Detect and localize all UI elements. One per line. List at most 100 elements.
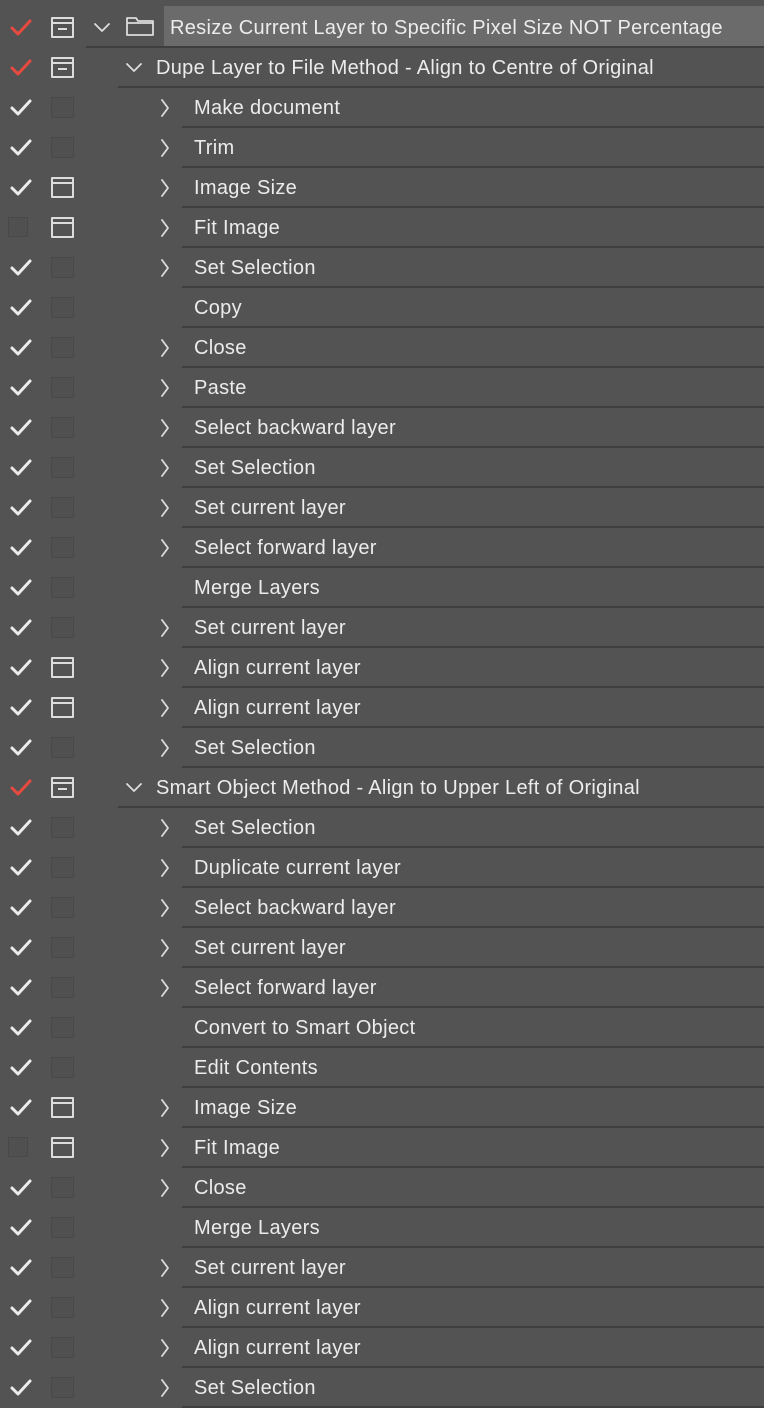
action-step-row[interactable]: Select backward layer [0,408,764,448]
dialog-toggle-cell[interactable] [41,568,85,608]
action-set-row[interactable]: Resize Current Layer to Specific Pixel S… [0,0,764,48]
dialog-toggle-icon[interactable] [51,617,74,638]
check-icon[interactable] [10,177,32,199]
dialog-toggle-icon[interactable] [51,1377,74,1398]
check-icon[interactable] [10,257,32,279]
check-icon[interactable] [10,1177,32,1199]
dialog-toggle-cell[interactable] [41,1168,85,1208]
dialog-toggle-icon[interactable] [51,1097,74,1118]
action-step-row[interactable]: Set Selection [0,728,764,768]
chevron-right-icon[interactable] [156,1088,176,1128]
check-icon[interactable] [10,497,32,519]
chevron-right-icon[interactable] [156,488,176,528]
dialog-toggle-cell[interactable] [41,688,85,728]
dialog-toggle-icon[interactable] [51,897,74,918]
toggle-item-cell[interactable] [0,648,40,688]
chevron-right-icon[interactable] [156,528,176,568]
action-step-row[interactable]: Make document [0,88,764,128]
check-icon[interactable] [10,1377,32,1399]
action-step-row[interactable]: Align current layer [0,648,764,688]
dialog-toggle-cell[interactable] [41,248,85,288]
chevron-right-icon[interactable] [156,448,176,488]
chevron-right-icon[interactable] [156,1248,176,1288]
chevron-down-icon[interactable] [124,768,144,808]
check-icon[interactable] [10,1217,32,1239]
check-icon[interactable] [10,1257,32,1279]
toggle-item-cell[interactable] [0,568,40,608]
action-step-row[interactable]: Copy [0,288,764,328]
check-icon[interactable] [10,977,32,999]
check-icon[interactable] [10,897,32,919]
toggle-item-cell[interactable] [0,288,40,328]
check-icon[interactable] [10,537,32,559]
dialog-toggle-cell[interactable] [41,1008,85,1048]
dialog-toggle-cell[interactable] [41,1328,85,1368]
chevron-right-icon[interactable] [156,408,176,448]
toggle-item-cell[interactable] [0,128,40,168]
dialog-toggle-cell[interactable] [41,8,85,48]
check-icon[interactable] [10,17,32,39]
dialog-toggle-cell[interactable] [41,968,85,1008]
dialog-toggle-icon[interactable] [51,57,74,78]
check-icon[interactable] [10,697,32,719]
action-row[interactable]: Dupe Layer to File Method - Align to Cen… [0,48,764,88]
chevron-right-icon[interactable] [156,168,176,208]
action-step-row[interactable]: Set current layer [0,488,764,528]
action-step-row[interactable]: Merge Layers [0,568,764,608]
action-step-row[interactable]: Set current layer [0,1248,764,1288]
toggle-item-cell[interactable] [0,488,40,528]
action-step-row[interactable]: Paste [0,368,764,408]
action-step-row[interactable]: Edit Contents [0,1048,764,1088]
action-step-row[interactable]: Close [0,1168,764,1208]
dialog-toggle-cell[interactable] [41,168,85,208]
action-step-row[interactable]: Fit Image [0,208,764,248]
toggle-item-cell[interactable] [0,1048,40,1088]
dialog-toggle-cell[interactable] [41,888,85,928]
dialog-toggle-cell[interactable] [41,488,85,528]
check-icon[interactable] [10,337,32,359]
chevron-right-icon[interactable] [156,1168,176,1208]
toggle-item-cell[interactable] [0,8,40,48]
toggle-item-cell[interactable] [0,528,40,568]
dialog-toggle-icon[interactable] [51,1137,74,1158]
dialog-toggle-icon[interactable] [51,1337,74,1358]
check-icon[interactable] [10,457,32,479]
check-icon[interactable] [10,417,32,439]
chevron-right-icon[interactable] [156,888,176,928]
chevron-right-icon[interactable] [156,208,176,248]
dialog-toggle-cell[interactable] [41,408,85,448]
action-step-row[interactable]: Duplicate current layer [0,848,764,888]
dialog-toggle-icon[interactable] [51,1057,74,1078]
toggle-item-cell[interactable] [0,1288,40,1328]
dialog-toggle-cell[interactable] [41,1208,85,1248]
check-icon[interactable] [10,297,32,319]
check-icon[interactable] [10,1097,32,1119]
dialog-toggle-icon[interactable] [51,377,74,398]
dialog-toggle-cell[interactable] [41,648,85,688]
action-step-row[interactable]: Trim [0,128,764,168]
chevron-right-icon[interactable] [156,928,176,968]
toggle-item-cell[interactable] [0,1088,40,1128]
chevron-right-icon[interactable] [156,808,176,848]
chevron-right-icon[interactable] [156,88,176,128]
toggle-item-cell[interactable] [0,768,40,808]
check-icon[interactable] [10,377,32,399]
dialog-toggle-icon[interactable] [51,137,74,158]
toggle-item-cell[interactable] [0,408,40,448]
chevron-right-icon[interactable] [156,688,176,728]
dialog-toggle-cell[interactable] [41,208,85,248]
check-icon[interactable] [10,737,32,759]
toggle-item-cell[interactable] [0,1008,40,1048]
toggle-item-cell[interactable] [0,368,40,408]
dialog-toggle-icon[interactable] [51,737,74,758]
chevron-right-icon[interactable] [156,128,176,168]
action-step-row[interactable]: Set Selection [0,248,764,288]
check-icon[interactable] [10,137,32,159]
check-icon[interactable] [10,1057,32,1079]
action-step-row[interactable]: Set current layer [0,928,764,968]
dialog-toggle-icon[interactable] [51,1297,74,1318]
dialog-toggle-icon[interactable] [51,497,74,518]
dialog-toggle-cell[interactable] [41,448,85,488]
dialog-toggle-icon[interactable] [51,777,74,798]
action-step-row[interactable]: Select backward layer [0,888,764,928]
